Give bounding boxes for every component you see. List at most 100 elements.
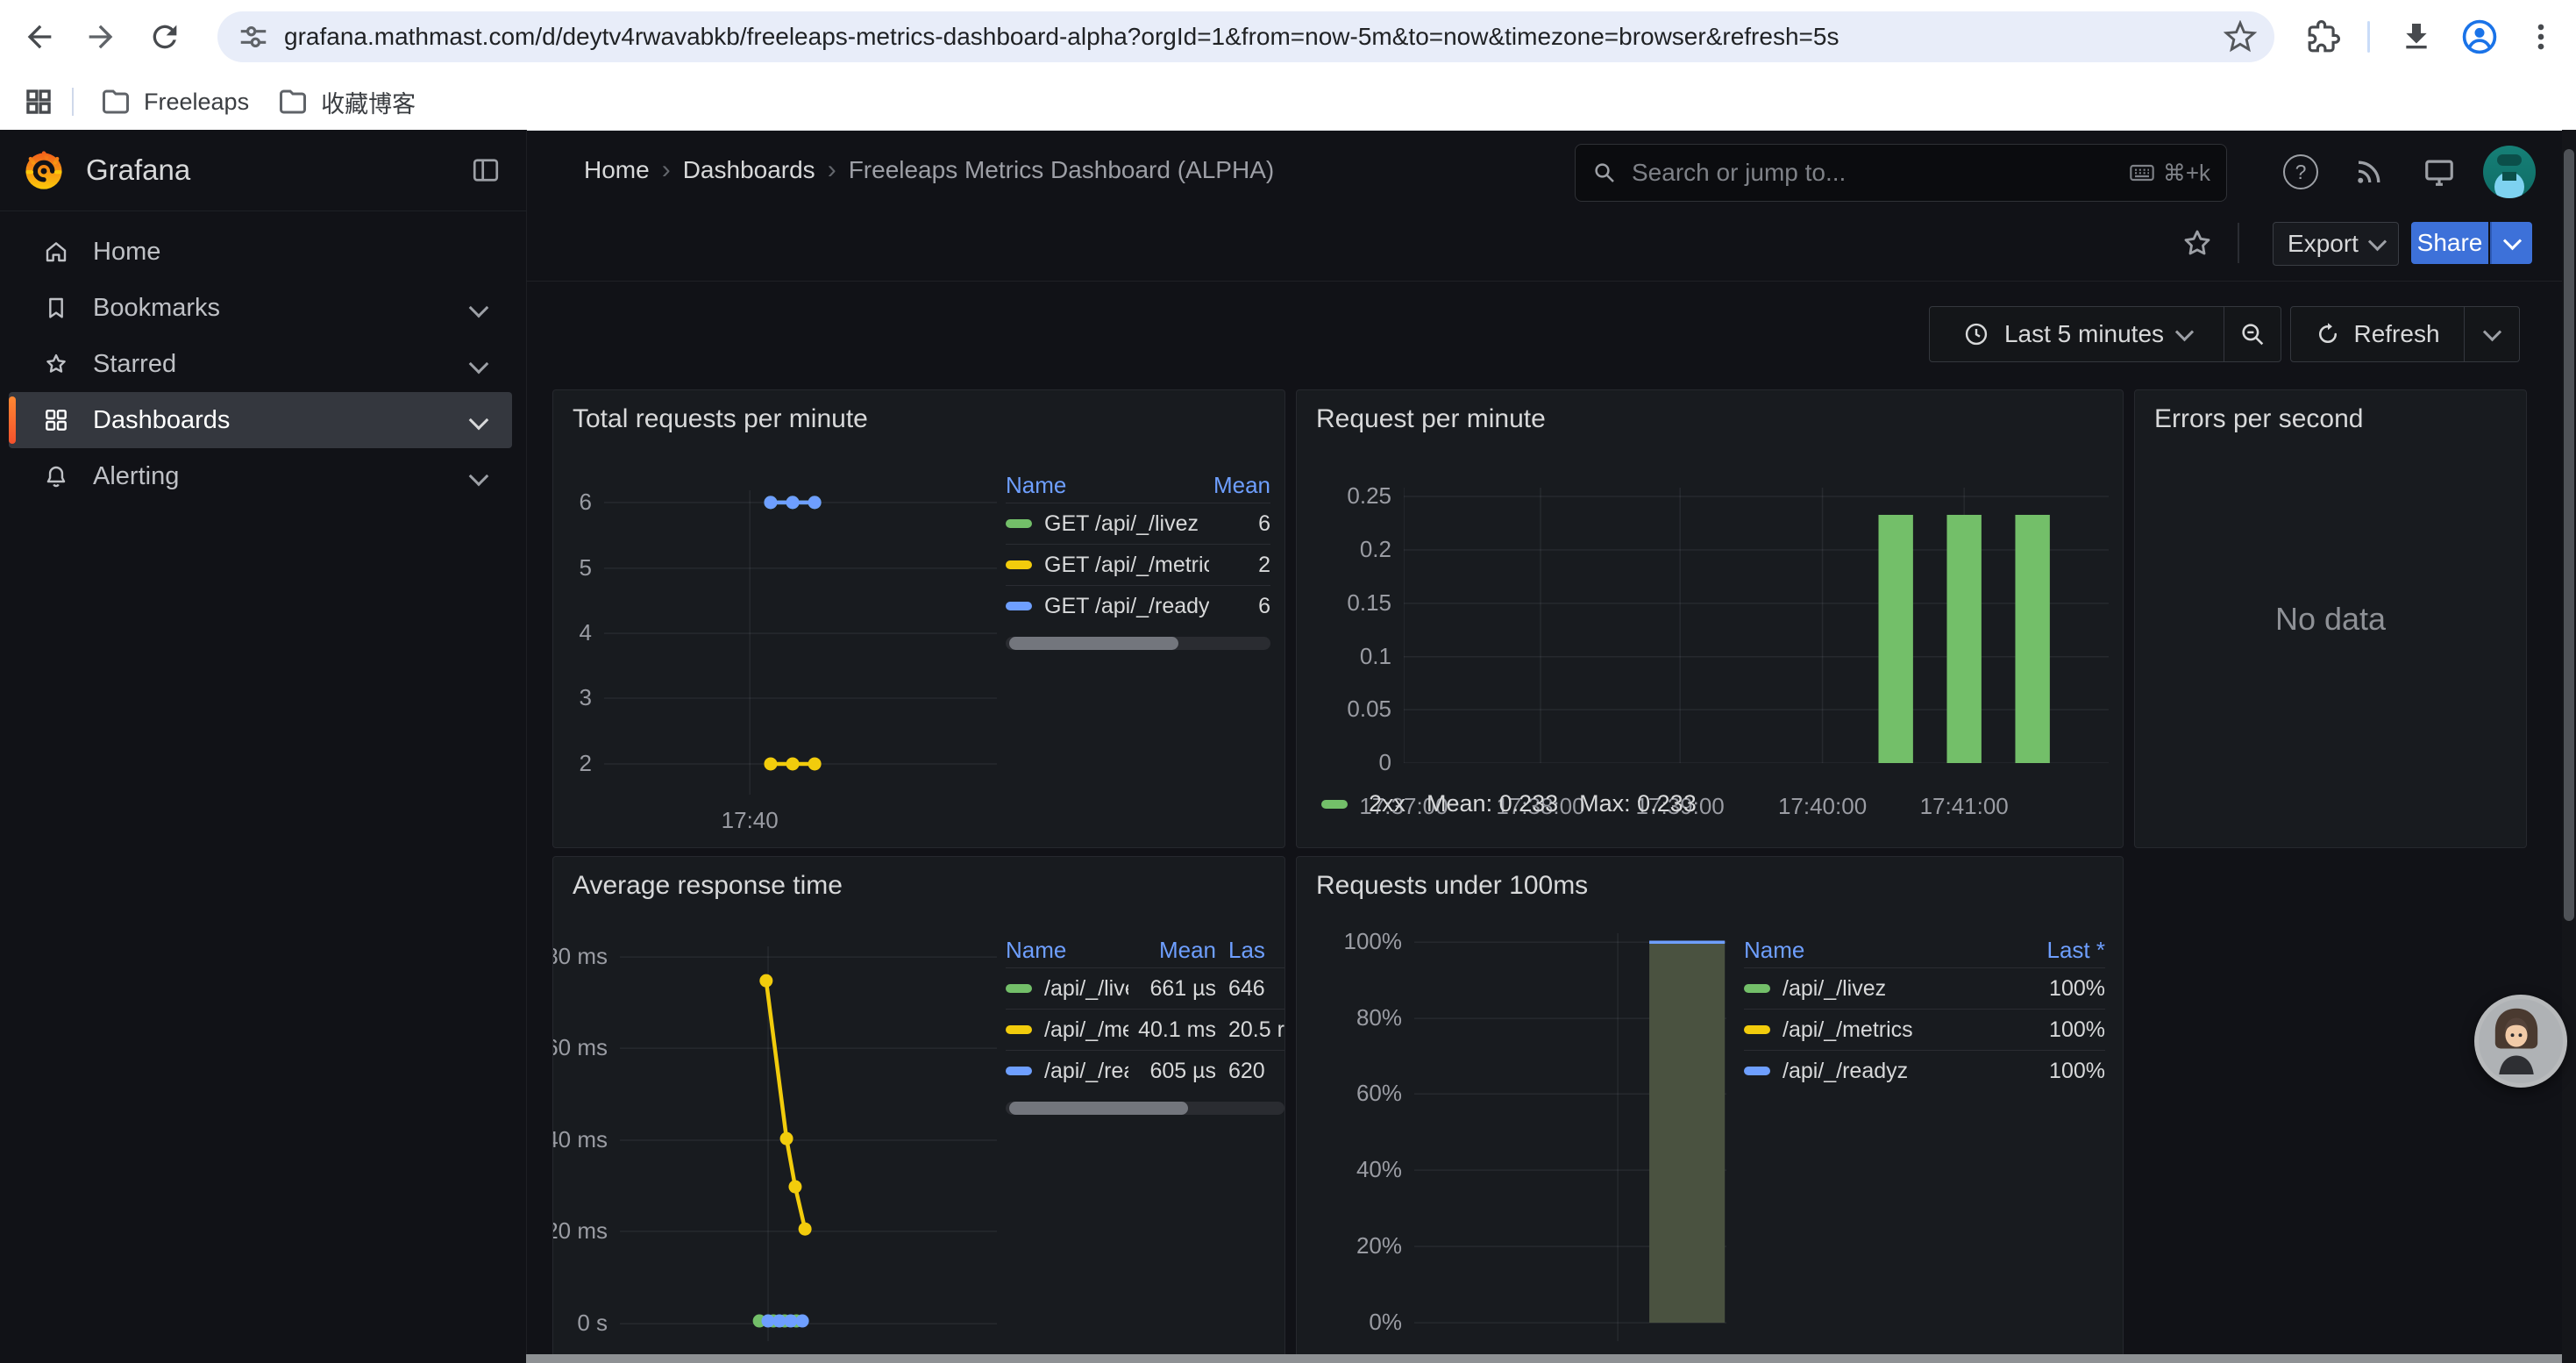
chart-plot-requests-under-100ms [1414,933,1726,1341]
legend-scrollbar-thumb[interactable] [1009,1102,1188,1115]
legend-series-name: /api/_/readyz [1744,1059,2009,1084]
url-input[interactable] [284,23,2206,51]
user-avatar[interactable] [2483,146,2536,198]
dashboards-grid-icon [42,406,70,434]
no-data-message: No data [2135,390,2526,847]
collapse-sidebar-button[interactable] [470,154,502,186]
sidebar-item-alerting[interactable]: Alerting [9,448,512,504]
panel-title[interactable]: Average response time [573,871,843,901]
refresh-controls: Refresh [2290,306,2520,362]
y-axis-tick: 0 [1296,749,1391,776]
x-axis-tick: 17:40 [722,807,779,834]
kiosk-mode-button[interactable] [2418,151,2460,193]
bookmark-folder-freeleaps[interactable]: Freeleaps [86,81,263,123]
legend-row[interactable]: /api/_/readyz605 µs620 [1006,1050,1284,1091]
refresh-button[interactable]: Refresh [2291,307,2464,361]
legend-row[interactable]: GET /api/_/readyz6 [1006,585,1270,626]
sidebar-item-home[interactable]: Home [9,224,512,280]
keyboard-icon [2128,159,2156,187]
sidebar-nav: Home Bookmarks Starred Dashboards Alerti… [0,224,526,504]
download-icon [2399,19,2434,54]
bookmark-star-icon[interactable] [2224,20,2257,54]
panel-title[interactable]: Requests under 100ms [1316,871,1588,901]
legend-series-name[interactable]: 2xx [1369,790,1405,817]
apps-grid-button[interactable] [12,75,65,128]
legend-column-mean[interactable]: Mean [1128,937,1216,964]
y-axis-tick: 0% [1296,1309,1402,1336]
legend-row[interactable]: /api/_/livez661 µs646 [1006,967,1284,1009]
news-button[interactable] [2348,151,2390,193]
downloads-button[interactable] [2390,11,2443,63]
series-point [799,1223,812,1236]
extensions-button[interactable] [2297,11,2350,63]
legend-scrollbar-thumb[interactable] [1009,637,1178,650]
chevron-down-icon [2502,232,2521,250]
profile-icon [2460,18,2499,56]
forward-button[interactable] [75,11,127,63]
grafana-logo-icon[interactable] [21,147,67,193]
breadcrumb-home[interactable]: Home [584,156,650,184]
bookmark-folder-blogs[interactable]: 收藏博客 [263,81,430,123]
zoom-out-time-button[interactable] [2224,307,2281,361]
vertical-scrollbar[interactable] [2562,130,2576,1363]
panel-request-per-minute: Request per minute0.250.20.150.10.05017:… [1296,389,2124,848]
legend-scrollbar[interactable] [1006,637,1270,650]
series-point [808,496,822,509]
browser-menu-button[interactable] [2515,11,2567,63]
series-point [788,1181,801,1194]
brand-title[interactable]: Grafana [86,153,190,187]
monitor-icon [2423,155,2456,189]
legend-column-name[interactable]: Name [1744,937,2009,964]
sidebar-item-starred[interactable]: Starred [9,336,512,392]
chevron-down-icon [2482,323,2501,341]
search-input[interactable] [1630,158,2116,188]
legend-column-las[interactable]: Las [1216,937,1284,964]
floating-assistant-avatar[interactable] [2474,995,2567,1088]
bookmarks-bar: Freeleaps 收藏博客 [0,74,2576,131]
legend-row[interactable]: /api/_/metrics100% [1744,1009,2105,1050]
legend-value: 605 µs [1128,1059,1216,1084]
vertical-scrollbar-thumb[interactable] [2564,149,2574,921]
y-axis-tick: 0 s [552,1309,608,1337]
url-bar[interactable] [217,11,2274,62]
legend-column-name[interactable]: Name [1006,937,1128,964]
legend-column-mean[interactable]: Mean [1209,472,1270,499]
series-swatch [1006,984,1032,993]
breadcrumb-dashboards[interactable]: Dashboards [683,156,815,184]
profile-button[interactable] [2453,11,2506,63]
horizontal-scrollbar[interactable] [526,1354,2562,1363]
help-button[interactable]: ? [2280,151,2322,193]
folder-icon [277,86,309,118]
y-axis-tick: 40 ms [552,1126,608,1153]
sidebar-item-bookmarks[interactable]: Bookmarks [9,280,512,336]
y-axis-tick: 0.15 [1296,589,1391,617]
legend-row[interactable]: GET /api/_/livez6 [1006,503,1270,544]
panel-title[interactable]: Total requests per minute [573,404,868,434]
series-swatch [1744,1025,1770,1034]
reload-button[interactable] [139,11,191,63]
favorite-dashboard-button[interactable] [2176,222,2218,264]
legend-value: 620 [1216,1059,1284,1084]
series-point [780,1132,793,1145]
series-point [786,757,800,770]
refresh-interval-button[interactable] [2464,307,2519,361]
export-button[interactable]: Export [2273,222,2399,266]
search-box[interactable]: ⌘+k [1575,144,2227,202]
panel-title[interactable]: Request per minute [1316,404,1546,434]
legend-scrollbar[interactable] [1006,1102,1284,1115]
legend-column-last[interactable]: Last * [2009,937,2105,964]
back-button[interactable] [13,11,66,63]
legend-row[interactable]: /api/_/livez100% [1744,967,2105,1009]
legend-column-name[interactable]: Name [1006,472,1209,499]
sidebar-item-label: Dashboards [93,406,230,435]
share-button[interactable]: Share [2411,222,2488,264]
site-settings-icon[interactable] [237,20,270,54]
sidebar-item-dashboards[interactable]: Dashboards [9,392,512,448]
grafana-sidebar: Grafana Home Bookmarks Starred D [0,130,527,1363]
legend-row[interactable]: /api/_/readyz100% [1744,1050,2105,1091]
share-menu-button[interactable] [2490,222,2532,264]
bookmark-label: Freeleaps [144,89,249,116]
legend-row[interactable]: GET /api/_/metrics2 [1006,544,1270,585]
time-range-picker[interactable]: Last 5 minutes [1930,307,2224,361]
legend-row[interactable]: /api/_/metrics40.1 ms20.5 r [1006,1009,1284,1050]
